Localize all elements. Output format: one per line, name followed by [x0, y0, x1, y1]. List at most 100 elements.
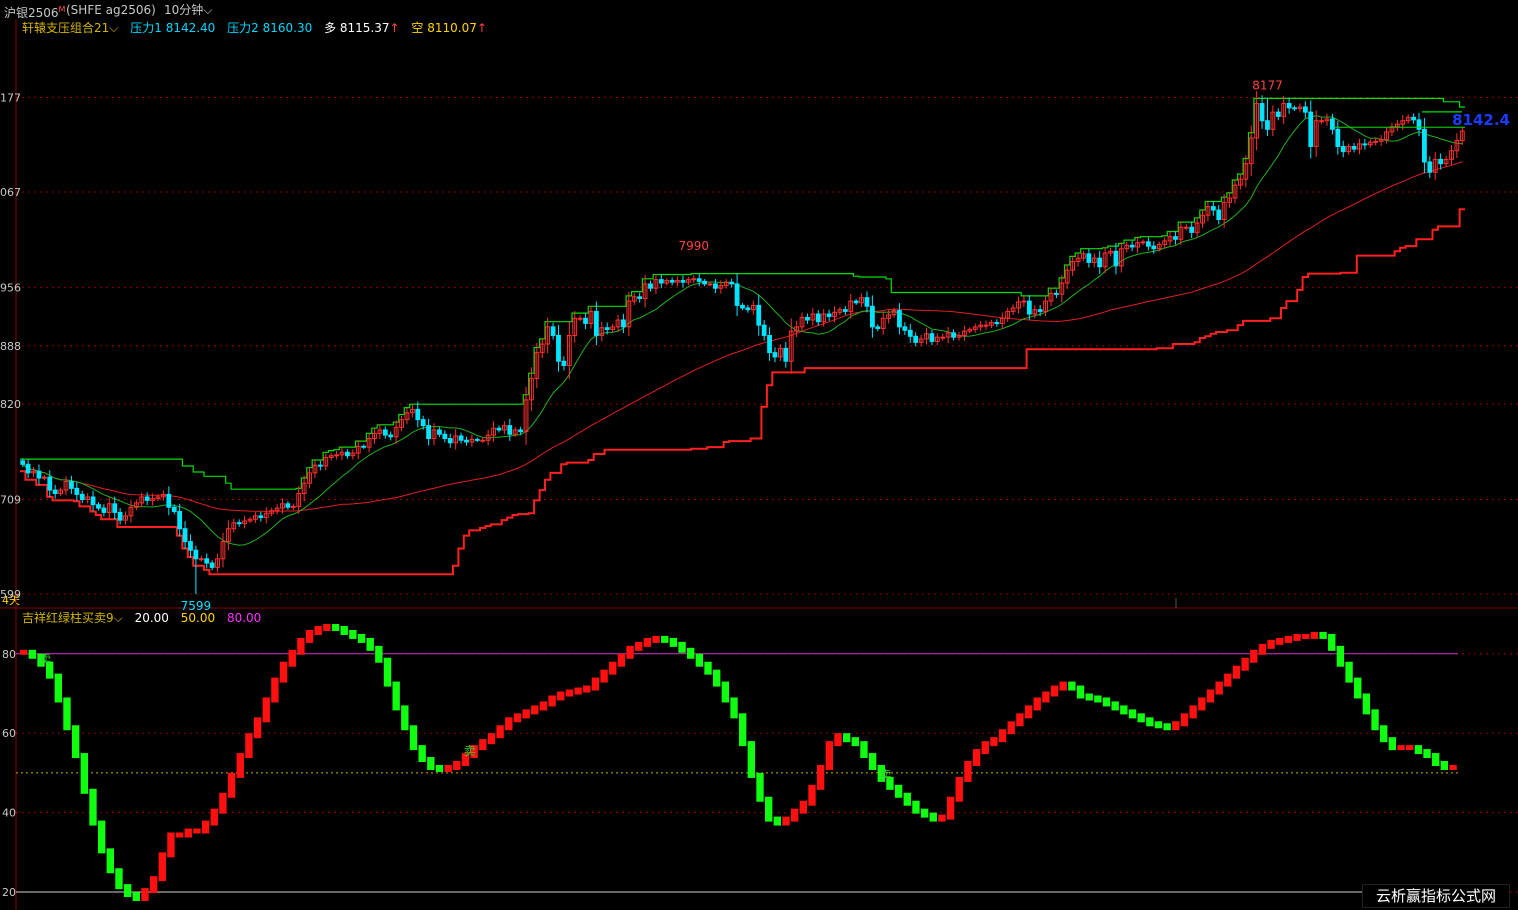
candle: [566, 321, 572, 380]
candle: [799, 312, 805, 332]
signal-bar: [305, 629, 314, 643]
candle: [507, 418, 513, 441]
signal-bar: [63, 697, 71, 731]
signal-bar: [1388, 737, 1397, 751]
signal-bar: [669, 637, 678, 647]
candle: [388, 431, 394, 441]
candle: [1129, 241, 1135, 252]
candle: [290, 503, 296, 511]
signal-bar: [557, 691, 565, 701]
candle: [1086, 248, 1092, 268]
candle-body: [144, 496, 150, 501]
signal-bar: [444, 764, 452, 772]
candle: [69, 475, 74, 495]
signal-bar: [964, 761, 972, 782]
signal-bar: [505, 717, 513, 731]
signal-bar: [1406, 745, 1414, 751]
candle-body: [707, 283, 713, 286]
watermark: 云析赢指标公式网: [1362, 884, 1510, 908]
candle: [437, 427, 442, 438]
candle-body: [1411, 116, 1416, 121]
candle: [1183, 224, 1189, 231]
candle-body: [1427, 161, 1433, 173]
candle: [1135, 236, 1140, 253]
signal-bar: [1362, 693, 1371, 715]
candle-body: [204, 558, 210, 564]
candle: [469, 434, 475, 447]
candle: [112, 496, 118, 520]
signal-bar: [912, 800, 920, 814]
candle-body: [182, 528, 188, 543]
signal-bar: [998, 729, 1007, 743]
signal-bar: [1267, 639, 1275, 649]
candle: [1021, 296, 1027, 307]
candle-body: [805, 316, 810, 321]
candle-body: [621, 319, 626, 328]
candle-body: [198, 558, 204, 561]
candle-body: [637, 296, 643, 300]
candle: [317, 460, 323, 471]
candle: [626, 291, 632, 337]
signal-bar: [583, 685, 591, 693]
candle: [810, 308, 816, 326]
signal-bar: [860, 741, 868, 759]
candle: [182, 521, 188, 550]
candle-body: [1438, 158, 1444, 165]
candle: [1227, 192, 1232, 208]
signal-bar: [1380, 725, 1388, 743]
candle: [166, 486, 172, 516]
candle-body: [864, 297, 870, 307]
candle-body: [902, 326, 908, 331]
candle: [209, 560, 215, 571]
candle: [1124, 241, 1130, 253]
candle-body: [74, 487, 80, 495]
candle-body: [317, 464, 323, 467]
candle: [458, 432, 464, 444]
candle-body: [518, 429, 524, 433]
candle: [1411, 113, 1416, 124]
signal-bar: [1154, 721, 1163, 729]
signal-bar: [981, 741, 989, 755]
candle: [853, 299, 859, 305]
candle: [761, 319, 767, 341]
candle: [805, 313, 810, 324]
y-tick-label: 20: [2, 886, 16, 899]
candle: [296, 486, 302, 514]
signal-bar: [600, 669, 608, 683]
candle-body: [209, 562, 215, 568]
signal-bar: [167, 832, 175, 858]
signal-bar: [1128, 709, 1137, 719]
signal-bar: [661, 635, 669, 643]
signal-bar: [54, 673, 63, 703]
candle: [74, 481, 80, 501]
candle: [198, 555, 204, 562]
signal-bar: [1371, 709, 1379, 731]
candle: [501, 421, 507, 435]
signal-bar: [487, 733, 496, 745]
candle: [880, 312, 886, 335]
candle-body: [702, 280, 708, 285]
candle: [1178, 221, 1184, 245]
candle: [658, 274, 664, 289]
candle: [96, 502, 101, 511]
candle: [382, 426, 388, 439]
signal-bar: [929, 812, 937, 822]
candle: [994, 319, 1000, 327]
candle: [945, 326, 951, 344]
candle: [1064, 264, 1070, 289]
signal-bar: [1232, 665, 1241, 679]
signal-bar: [1328, 633, 1336, 651]
chart-canvas[interactable]: 177 067 956 888 820 709 599 80 60 40 20 8177 7990 759…: [0, 0, 1518, 910]
signal-bar: [1319, 631, 1327, 639]
candle: [669, 277, 675, 286]
candle: [491, 421, 496, 442]
signal-bar: [773, 816, 782, 826]
signal-bar: [71, 725, 80, 759]
candle: [989, 319, 994, 328]
candle-body: [1362, 143, 1368, 146]
signal-bar: [427, 757, 435, 770]
candle-body: [41, 476, 47, 479]
signal-bar: [1293, 633, 1301, 641]
signal-bar: [782, 816, 790, 826]
candle: [301, 475, 307, 502]
